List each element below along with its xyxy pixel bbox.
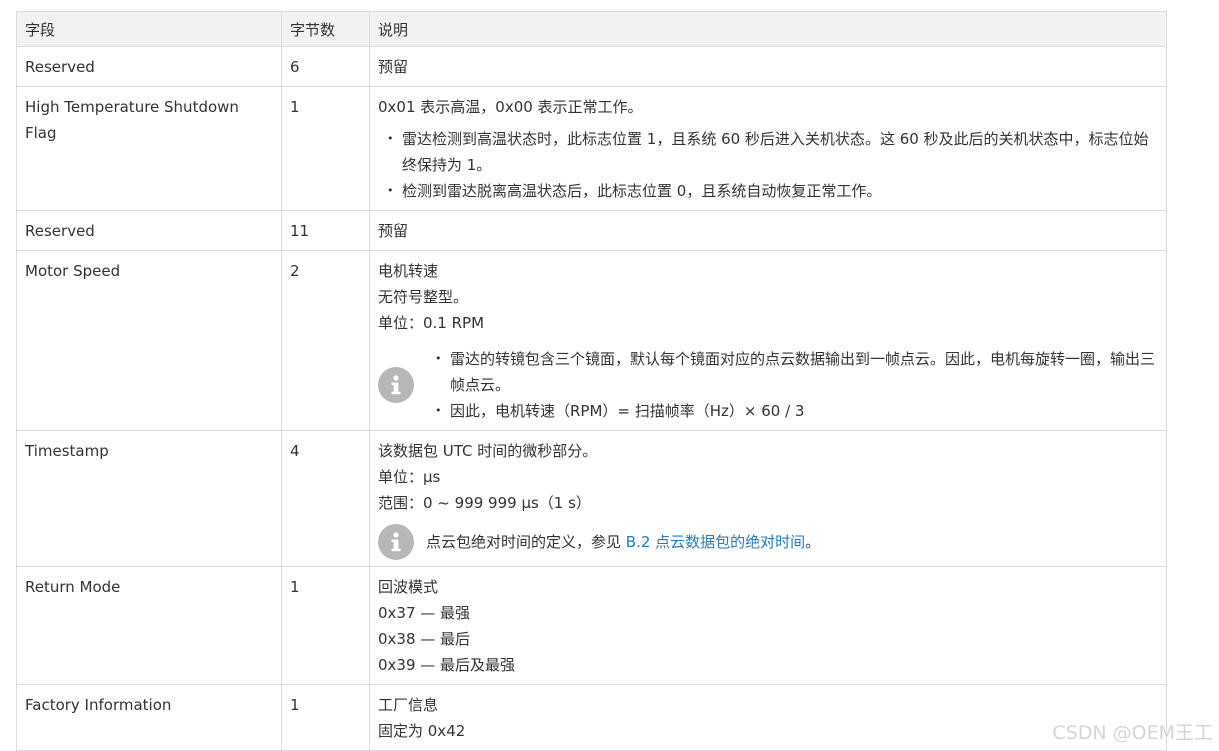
absolute-time-link[interactable]: B.2 点云数据包的绝对时间 (626, 533, 805, 551)
bullet-list: 雷达的转镜包含三个镜面，默认每个镜面对应的点云数据输出到一帧点云。因此，电机每旋… (426, 346, 1158, 424)
list-item: 雷达的转镜包含三个镜面，默认每个镜面对应的点云数据输出到一帧点云。因此，电机每旋… (435, 346, 1158, 398)
watermark: CSDN @OEM王工 (1052, 722, 1213, 744)
cell-description: 预留 (369, 210, 1167, 251)
header-field: 字段 (16, 11, 282, 47)
cell-field: Return Mode (16, 566, 282, 685)
table-row: Reserved 6 预留 (16, 46, 1167, 87)
description-line: 电机转速 (378, 262, 439, 280)
description-line: 该数据包 UTC 时间的微秒部分。 (378, 442, 598, 460)
info-icon (378, 367, 414, 403)
table-row: High Temperature Shutdown Flag 1 0x01 表示… (16, 86, 1167, 211)
table-row: Timestamp 4 该数据包 UTC 时间的微秒部分。 单位：µs 范围：0… (16, 430, 1167, 567)
description-line: 无符号整型。 (378, 288, 469, 306)
cell-bytes: 4 (281, 430, 370, 567)
cell-bytes: 2 (281, 250, 370, 431)
note-body: 点云包绝对时间的定义，参见 B.2 点云数据包的绝对时间。 (426, 529, 820, 555)
note-body: 雷达的转镜包含三个镜面，默认每个镜面对应的点云数据输出到一帧点云。因此，电机每旋… (426, 346, 1158, 424)
header-description: 说明 (369, 11, 1167, 47)
cell-description: 该数据包 UTC 时间的微秒部分。 单位：µs 范围：0 ~ 999 999 µ… (369, 430, 1167, 567)
info-note: 点云包绝对时间的定义，参见 B.2 点云数据包的绝对时间。 (378, 524, 1158, 560)
info-note: 雷达的转镜包含三个镜面，默认每个镜面对应的点云数据输出到一帧点云。因此，电机每旋… (378, 346, 1158, 424)
cell-field: Motor Speed (16, 250, 282, 431)
description-line: 单位：µs (378, 468, 441, 486)
cell-field: High Temperature Shutdown Flag (16, 86, 282, 211)
table-row: Motor Speed 2 电机转速 无符号整型。 单位：0.1 RPM • 雷… (16, 250, 1167, 431)
description-line: 固定为 0x42 (378, 722, 466, 740)
list-item: 因此，电机转速（RPM）= 扫描帧率（Hz）× 60 / 3 (435, 398, 1158, 424)
note-text: 点云包绝对时间的定义，参见 (426, 533, 626, 551)
cell-bytes: 1 (281, 86, 370, 211)
cell-description: 工厂信息 固定为 0x42 (369, 684, 1167, 751)
cell-bytes: 1 (281, 566, 370, 685)
spec-table: 字段 字节数 说明 Reserved 6 预留 High Temperature… (16, 11, 1167, 751)
table-row: Return Mode 1 回波模式 0x37 — 最强 0x38 — 最后 0… (16, 566, 1167, 685)
list-item: 雷达检测到高温状态时，此标志位置 1，且系统 60 秒后进入关机状态。这 60 … (387, 126, 1158, 178)
description-line: 0x38 — 最后 (378, 630, 471, 648)
table-row: Reserved 11 预留 (16, 210, 1167, 251)
bullet-list: 雷达检测到高温状态时，此标志位置 1，且系统 60 秒后进入关机状态。这 60 … (378, 126, 1158, 204)
description-line: 单位：0.1 RPM (378, 314, 485, 332)
list-item: 检测到雷达脱离高温状态后，此标志位置 0，且系统自动恢复正常工作。 (387, 178, 1158, 204)
table-header-row: 字段 字节数 说明 (16, 11, 1167, 47)
cell-field: Reserved (16, 210, 282, 251)
table-row: Factory Information 1 工厂信息 固定为 0x42 (16, 684, 1167, 751)
description-line: 范围：0 ~ 999 999 µs（1 s） (378, 494, 591, 512)
cell-bytes: 6 (281, 46, 370, 87)
description-line: 回波模式 (378, 578, 439, 596)
info-icon (378, 524, 414, 560)
cell-description: 电机转速 无符号整型。 单位：0.1 RPM 雷达的转镜包 (369, 250, 1167, 431)
description-line: 0x39 — 最后及最强 (378, 656, 516, 674)
cell-field: Factory Information (16, 684, 282, 751)
cell-description: 回波模式 0x37 — 最强 0x38 — 最后 0x39 — 最后及最强 (369, 566, 1167, 685)
description-line: 工厂信息 (378, 696, 439, 714)
cell-description: 0x01 表示高温，0x00 表示正常工作。 雷达检测到高温状态时，此标志位置 … (369, 86, 1167, 211)
cell-field: Reserved (16, 46, 282, 87)
note-text-end: 。 (805, 533, 821, 551)
cell-bytes: 11 (281, 210, 370, 251)
description-line: 0x37 — 最强 (378, 604, 471, 622)
cell-bytes: 1 (281, 684, 370, 751)
cell-description: 预留 (369, 46, 1167, 87)
header-bytes: 字节数 (281, 11, 370, 47)
cell-field: Timestamp (16, 430, 282, 567)
description-text: 0x01 表示高温，0x00 表示正常工作。 (378, 98, 643, 116)
